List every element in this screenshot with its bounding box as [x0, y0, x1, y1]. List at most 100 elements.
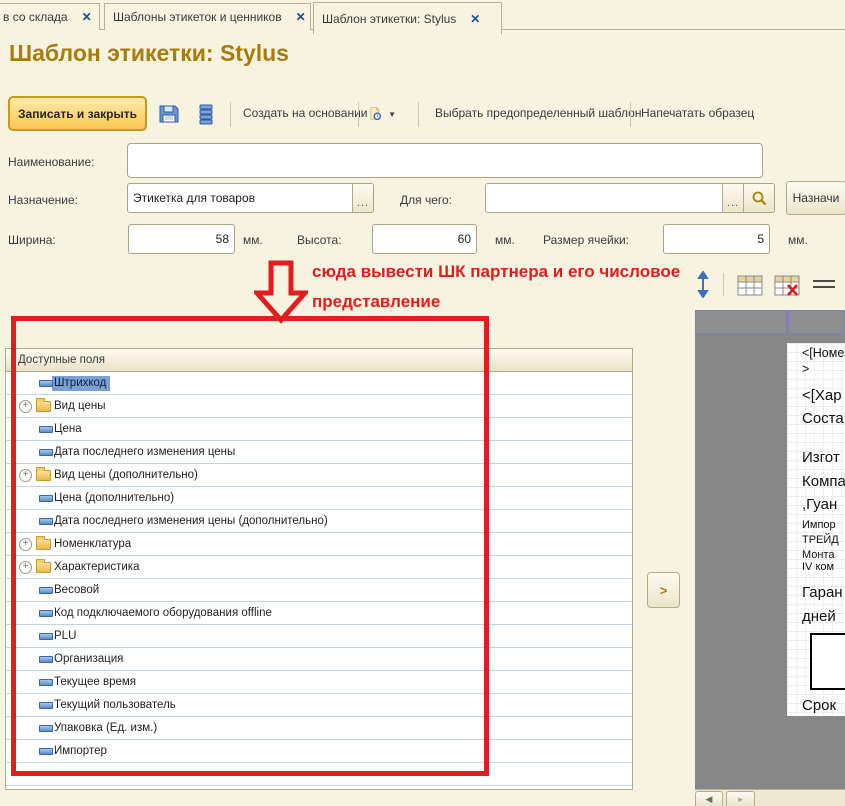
- list-item[interactable]: + Номенклатура: [6, 533, 632, 556]
- document-history-button[interactable]: ▼: [368, 100, 396, 128]
- list-item-label: Цена (дополнительно): [54, 492, 174, 504]
- red-arrow-icon: [254, 260, 308, 324]
- height-unit: мм.: [495, 233, 515, 247]
- list-item[interactable]: + Упаковка (Ед. изм.): [6, 717, 632, 740]
- for-what-label: Для чего:: [400, 193, 452, 207]
- list-item-label: Цена: [54, 423, 82, 435]
- ellipsis-button[interactable]: ...: [722, 184, 743, 212]
- preview-header-cell[interactable]: [788, 310, 845, 334]
- table-delete-button[interactable]: [773, 274, 801, 302]
- stacked-list-icon: [194, 102, 218, 126]
- list-item[interactable]: + Весовой: [6, 579, 632, 602]
- tab-warehouse[interactable]: в со склада ✕: [0, 3, 100, 30]
- barcode-frame[interactable]: [810, 633, 845, 690]
- cell-size-input[interactable]: 5: [663, 224, 770, 254]
- expand-icon[interactable]: +: [19, 400, 32, 413]
- toolbar-separator: [418, 102, 419, 127]
- expand-icon[interactable]: +: [19, 469, 32, 482]
- purpose-value: Этикетка для товаров: [128, 184, 352, 212]
- purpose-input[interactable]: Этикетка для товаров ...: [127, 183, 374, 213]
- list-item[interactable]: + Вид цены: [6, 395, 632, 418]
- fields-list: + Штрихкод + Вид цены + Цена + Дата посл…: [6, 372, 632, 763]
- scroll-left-button[interactable]: ◀: [695, 791, 723, 806]
- align-lines-icon[interactable]: [813, 280, 835, 292]
- list-item-label: Вид цены (дополнительно): [54, 469, 198, 481]
- close-icon[interactable]: ✕: [470, 12, 480, 26]
- list-item[interactable]: + Текущий пользователь: [6, 694, 632, 717]
- list-item[interactable]: + Организация: [6, 648, 632, 671]
- width-input[interactable]: 58: [128, 224, 235, 254]
- label-template-window: в со склада ✕ Шаблоны этикеток и ценнико…: [0, 0, 845, 806]
- preview-text-line: IV ком: [802, 561, 834, 573]
- field-icon: [39, 748, 53, 755]
- table-area-button[interactable]: [736, 274, 764, 302]
- list-item[interactable]: + Характеристика: [6, 556, 632, 579]
- save-and-close-button[interactable]: Записать и закрыть: [8, 96, 147, 131]
- list-item[interactable]: + Вид цены (дополнительно): [6, 464, 632, 487]
- cell-size-unit: мм.: [788, 233, 808, 247]
- ellipsis-button[interactable]: ...: [352, 184, 373, 212]
- close-icon[interactable]: ✕: [296, 10, 306, 24]
- assign-button[interactable]: Назначи: [786, 181, 845, 215]
- tab-label-templates-list[interactable]: Шаблоны этикеток и ценников ✕: [104, 3, 311, 30]
- list-item-label: Организация: [54, 653, 123, 665]
- field-icon: [39, 633, 53, 640]
- folder-icon: [36, 539, 51, 550]
- for-what-value: [486, 184, 722, 212]
- list-item-label: Дата последнего изменения цены (дополнит…: [54, 515, 328, 527]
- print-sample-button[interactable]: Напечатать образец: [641, 106, 754, 120]
- tab-label: в со склада: [3, 10, 68, 24]
- for-what-input[interactable]: ...: [485, 183, 775, 213]
- save-button[interactable]: [155, 100, 183, 128]
- field-icon: [39, 426, 53, 433]
- preview-text-line: Импор: [802, 519, 836, 531]
- select-predefined-template-button[interactable]: Выбрать предопределенный шаблон: [435, 106, 641, 120]
- preview-text-line: >: [802, 362, 809, 376]
- purpose-label: Назначение:: [8, 193, 78, 207]
- tab-label: Шаблоны этикеток и ценников: [113, 10, 282, 24]
- field-icon: [39, 495, 53, 502]
- resize-vertical-button[interactable]: [690, 271, 716, 303]
- preview-text-line: Компа: [802, 473, 845, 490]
- label-sheet[interactable]: <[Номе><[ХарСостаИзготКомпа,ГуанИмпорТРЕ…: [787, 343, 845, 716]
- list-item-label: Характеристика: [54, 561, 140, 573]
- floppy-icon: [157, 102, 181, 126]
- tab-label-template-stylus[interactable]: Шаблон этикетки: Stylus ✕: [313, 2, 502, 34]
- list-item-label: Код подключаемого оборудования offline: [54, 607, 272, 619]
- list-item[interactable]: + Цена: [6, 418, 632, 441]
- annotation-line2: представление: [312, 292, 440, 312]
- cell-size-label: Размер ячейки:: [543, 233, 629, 247]
- list-item[interactable]: + Штрихкод: [6, 372, 632, 395]
- document-clock-icon: [368, 101, 383, 127]
- list-item-label: Штрихкод: [52, 376, 110, 391]
- list-item[interactable]: + Текущее время: [6, 671, 632, 694]
- close-icon[interactable]: ✕: [82, 10, 92, 24]
- list-item[interactable]: + PLU: [6, 625, 632, 648]
- create-based-on-button[interactable]: Создать на основании▼: [243, 106, 380, 120]
- list-item[interactable]: + Код подключаемого оборудования offline: [6, 602, 632, 625]
- preview-scrollbar[interactable]: ◀ ▸: [695, 789, 845, 806]
- preview-header-cell[interactable]: [695, 310, 787, 334]
- name-label: Наименование:: [8, 155, 95, 169]
- search-button[interactable]: [743, 184, 774, 212]
- list-item[interactable]: + Импортер: [6, 740, 632, 763]
- resize-vertical-icon: [690, 271, 716, 298]
- field-icon: [39, 449, 53, 456]
- annotation-line1: сюда вывести ШК партнера и его числовое: [312, 262, 680, 282]
- field-icon: [39, 518, 53, 525]
- width-unit: мм.: [243, 233, 263, 247]
- height-input[interactable]: 60: [372, 224, 477, 254]
- preview-text-line: Срок: [802, 697, 836, 714]
- expand-icon[interactable]: +: [19, 538, 32, 551]
- field-icon: [39, 702, 53, 709]
- add-field-button[interactable]: >: [647, 572, 680, 608]
- list-button[interactable]: [192, 100, 220, 128]
- magnifier-icon: [751, 190, 767, 206]
- expand-icon[interactable]: +: [19, 561, 32, 574]
- list-item[interactable]: + Цена (дополнительно): [6, 487, 632, 510]
- list-item[interactable]: + Дата последнего изменения цены (дополн…: [6, 510, 632, 533]
- table-delete-icon: [773, 274, 801, 297]
- list-item[interactable]: + Дата последнего изменения цены: [6, 441, 632, 464]
- scroll-right-button[interactable]: ▸: [726, 791, 755, 806]
- name-input[interactable]: [127, 143, 763, 178]
